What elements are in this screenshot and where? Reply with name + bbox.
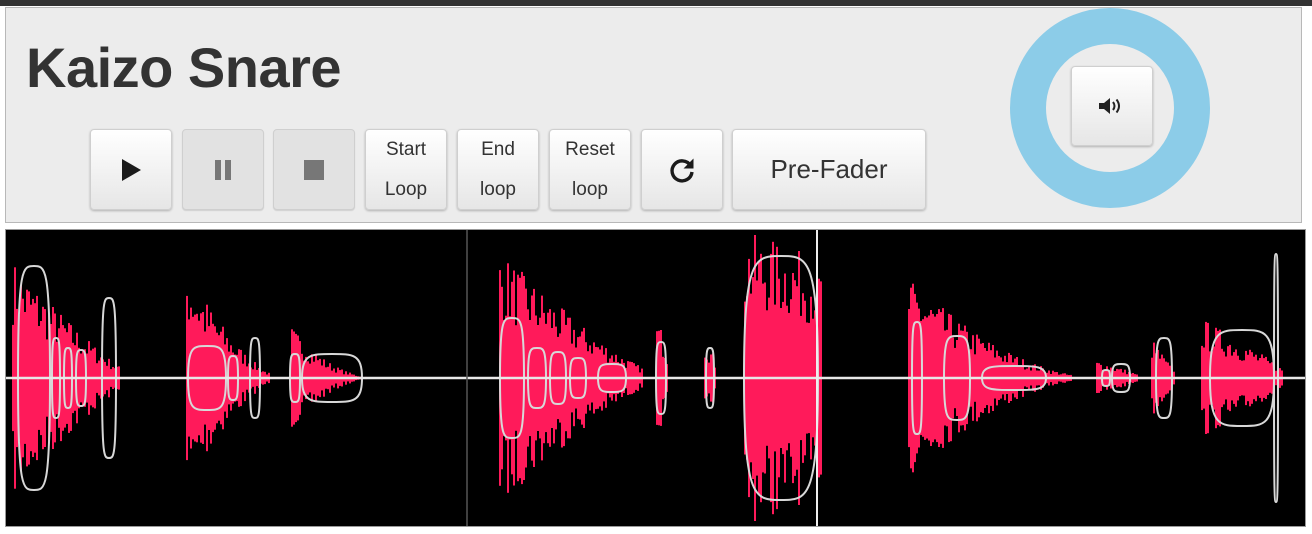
end-loop-label-line2: loop — [480, 178, 516, 200]
track-title: Kaizo Snare — [26, 36, 342, 99]
volume-icon — [1099, 98, 1120, 114]
top-bar — [0, 0, 1312, 6]
play-icon — [122, 158, 141, 181]
reset-loop-button[interactable]: Reset loop — [549, 129, 631, 210]
waveform-canvas[interactable] — [6, 230, 1305, 526]
volume-button[interactable] — [1071, 66, 1153, 146]
start-loop-button[interactable]: Start Loop — [365, 129, 447, 210]
play-button[interactable] — [90, 129, 172, 210]
stop-icon — [304, 159, 324, 180]
pre-fader-button[interactable]: Pre-Fader — [732, 129, 926, 210]
pre-fader-label: Pre-Fader — [770, 154, 888, 184]
pause-icon — [215, 159, 231, 180]
start-loop-label-line2: Loop — [384, 178, 428, 200]
reset-loop-label-line1: Reset — [565, 138, 615, 160]
repeat-button[interactable] — [641, 129, 723, 210]
end-loop-button[interactable]: End loop — [457, 129, 539, 210]
reset-loop-label-line2: loop — [572, 178, 608, 200]
start-loop-label-line1: Start — [385, 138, 427, 160]
end-loop-label-line1: End — [481, 138, 515, 160]
stop-button[interactable] — [273, 129, 355, 210]
refresh-icon — [670, 158, 694, 183]
waveform-display[interactable] — [5, 229, 1306, 527]
pause-button[interactable] — [182, 129, 264, 210]
